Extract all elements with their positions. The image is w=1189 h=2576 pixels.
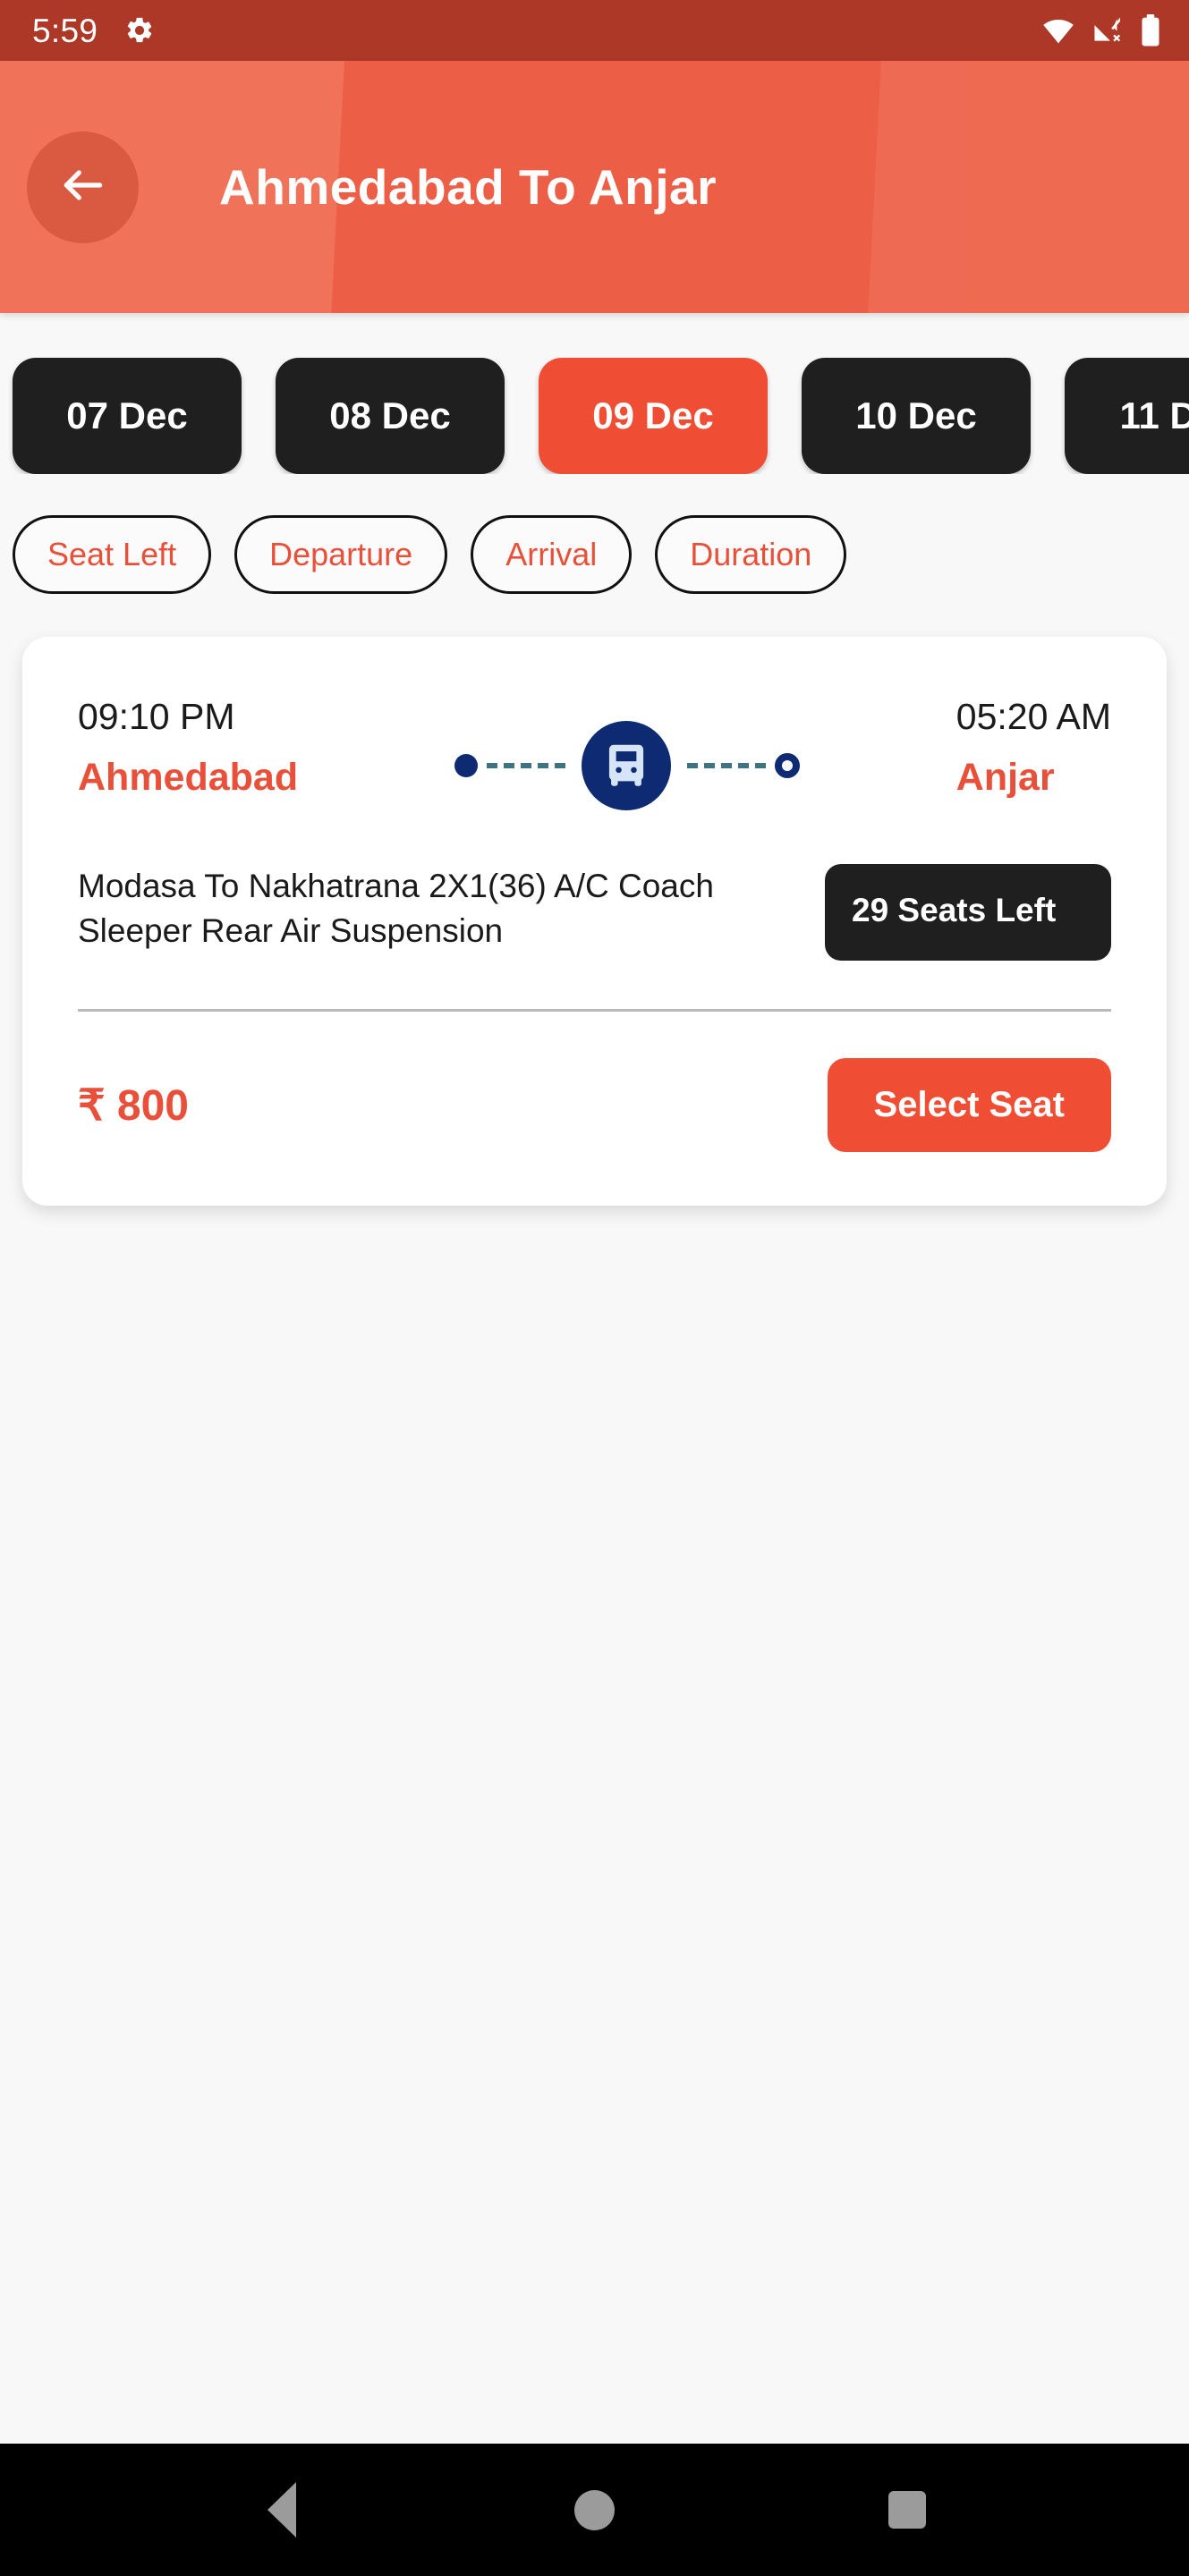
filter-departure[interactable]: Departure xyxy=(234,515,448,594)
price-row: ₹ 800 Select Seat xyxy=(78,1058,1111,1153)
app-header: Ahmedabad To Anjar xyxy=(0,61,1189,313)
bus-card[interactable]: 09:10 PM Ahmedabad 05:20 AM Anjar Modasa… xyxy=(22,637,1167,1207)
route-dash-left xyxy=(486,763,565,768)
date-chip-07dec[interactable]: 07 Dec xyxy=(13,358,242,474)
arrow-left-icon xyxy=(58,160,108,215)
route-dash-right xyxy=(686,763,766,768)
date-selector-strip[interactable]: 07 Dec 08 Dec 09 Dec 10 Dec 11 Dec xyxy=(0,313,1189,474)
departure-block: 09:10 PM Ahmedabad xyxy=(78,687,298,800)
select-seat-button[interactable]: Select Seat xyxy=(827,1058,1111,1153)
gear-icon xyxy=(124,15,155,46)
nav-home-button[interactable] xyxy=(545,2461,643,2559)
route-row: 09:10 PM Ahmedabad 05:20 AM Anjar xyxy=(78,687,1111,810)
bus-detail-row: Modasa To Nakhatrana 2X1(36) A/C Coach S… xyxy=(78,864,1111,962)
cellular-no-service-icon xyxy=(1091,16,1124,45)
date-chip-09dec[interactable]: 09 Dec xyxy=(539,358,768,474)
departure-city: Ahmedabad xyxy=(78,756,299,799)
arrival-block: 05:20 AM Anjar xyxy=(956,687,1111,800)
date-chip-11dec[interactable]: 11 Dec xyxy=(1065,358,1189,474)
bus-title: Modasa To Nakhatrana 2X1(36) A/C Coach S… xyxy=(78,868,714,949)
origin-dot-icon xyxy=(454,754,478,777)
bus-icon xyxy=(581,721,671,810)
nav-recents-button[interactable] xyxy=(858,2461,956,2559)
arrival-city: Anjar xyxy=(955,756,1055,799)
square-recents-icon xyxy=(888,2491,927,2529)
date-chip-08dec[interactable]: 08 Dec xyxy=(276,358,505,474)
date-chip-10dec[interactable]: 10 Dec xyxy=(802,358,1031,474)
filter-duration[interactable]: Duration xyxy=(655,515,847,594)
destination-dot-icon xyxy=(774,753,800,778)
triangle-back-icon xyxy=(267,2482,296,2538)
battery-full-icon xyxy=(1139,14,1162,47)
circle-home-icon xyxy=(573,2489,615,2530)
status-bar-clock: 5:59 xyxy=(32,12,98,49)
arrival-time: 05:20 AM xyxy=(955,696,1111,737)
status-bar-right xyxy=(1040,14,1162,47)
route-graphic xyxy=(298,687,956,810)
filter-seat-left[interactable]: Seat Left xyxy=(13,515,212,594)
status-bar: 5:59 xyxy=(0,0,1189,61)
wifi-icon xyxy=(1040,16,1076,45)
status-bar-left: 5:59 xyxy=(32,14,155,47)
app-root: 5:59 Ahmedabad To Anjar 07 Dec 08 Dec 09… xyxy=(0,0,1189,2576)
android-nav-bar xyxy=(0,2444,1189,2576)
bus-list: 09:10 PM Ahmedabad 05:20 AM Anjar Modasa… xyxy=(0,594,1189,1207)
price-label: ₹ 800 xyxy=(78,1081,189,1130)
back-button[interactable] xyxy=(27,131,139,243)
header-row: Ahmedabad To Anjar xyxy=(0,61,1189,313)
nav-back-button[interactable] xyxy=(233,2461,331,2559)
departure-time: 09:10 PM xyxy=(78,696,235,737)
seats-left-badge: 29 Seats Left xyxy=(825,864,1111,962)
filter-strip[interactable]: Seat Left Departure Arrival Duration xyxy=(0,474,1189,594)
page-title: Ahmedabad To Anjar xyxy=(219,159,717,215)
card-divider xyxy=(78,1009,1111,1013)
filter-arrival[interactable]: Arrival xyxy=(471,515,633,594)
